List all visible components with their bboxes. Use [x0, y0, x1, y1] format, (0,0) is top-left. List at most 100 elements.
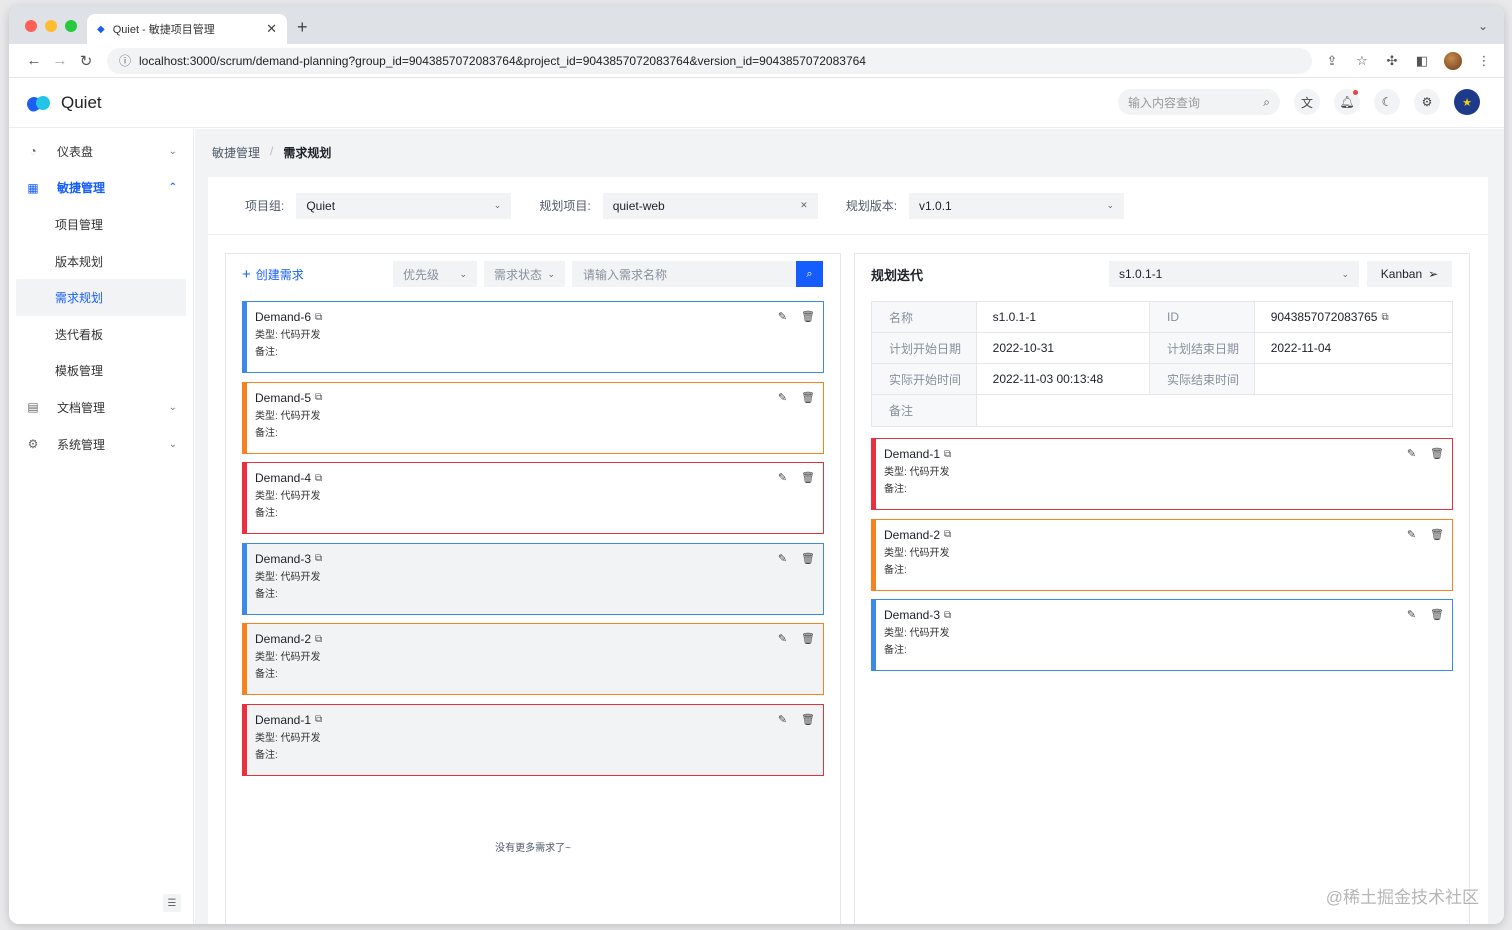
card-title-text[interactable]: Demand-1 [255, 713, 311, 727]
dark-mode-icon[interactable]: ☾ [1374, 89, 1400, 115]
bookmark-star-icon[interactable]: ☆ [1354, 53, 1370, 69]
copy-icon[interactable]: ⧉ [315, 473, 322, 484]
card-title[interactable]: Demand-3 ⧉ [884, 608, 1452, 622]
edit-icon[interactable]: ✎ [778, 471, 787, 484]
profile-avatar[interactable] [1444, 51, 1462, 70]
sidebar-item-iteration-board[interactable]: 迭代看板 [9, 316, 193, 353]
card-title[interactable]: Demand-1 ⧉ [884, 447, 1452, 461]
demand-card[interactable]: Demand-1 ⧉ 类型: 代码开发 备注: ✎ 🗑︎ [242, 703, 824, 776]
side-panel-icon[interactable]: ◧ [1414, 53, 1430, 69]
create-demand-button[interactable]: + 创建需求 [242, 266, 304, 283]
back-icon[interactable]: ← [21, 52, 47, 69]
sidebar-item-system[interactable]: ⚙ 系统管理 ⌄ [9, 426, 193, 463]
url-field[interactable]: ⓘ localhost:3000/scrum/demand-planning?g… [107, 47, 1312, 74]
sidebar-item-template-management[interactable]: 模板管理 [9, 353, 193, 390]
sidebar-item-agile[interactable]: ▦ 敏捷管理 ⌃ [9, 170, 193, 207]
breadcrumb-parent[interactable]: 敏捷管理 [212, 144, 260, 161]
browser-menu-icon[interactable]: ⋮ [1476, 53, 1492, 69]
trash-icon[interactable]: 🗑︎ [1430, 528, 1444, 541]
card-title-text[interactable]: Demand-6 [255, 310, 311, 324]
trash-icon[interactable]: 🗑︎ [1430, 447, 1444, 460]
translate-icon[interactable]: 文 [1294, 89, 1320, 115]
copy-icon[interactable]: ⧉ [944, 449, 951, 460]
trash-icon[interactable]: 🗑︎ [801, 391, 815, 404]
trash-icon[interactable]: 🗑︎ [801, 713, 815, 726]
group-select[interactable]: Quiet ⌄ [296, 192, 512, 219]
copy-icon[interactable]: ⧉ [315, 553, 322, 564]
demand-search-button[interactable]: ⌕ [796, 261, 823, 287]
copy-icon[interactable]: ⧉ [315, 392, 322, 403]
demand-card[interactable]: Demand-3 ⧉ 类型: 代码开发 备注: ✎ 🗑︎ [871, 599, 1453, 671]
demand-card[interactable]: Demand-3 ⧉ 类型: 代码开发 备注: ✎ 🗑︎ [242, 542, 824, 615]
card-title-text[interactable]: Demand-2 [255, 632, 311, 646]
tab-list-icon[interactable]: ⌄ [1478, 19, 1488, 33]
trash-icon[interactable]: 🗑︎ [801, 632, 815, 645]
reload-icon[interactable]: ↻ [73, 52, 99, 70]
card-title[interactable]: Demand-4 ⧉ [255, 471, 823, 485]
demand-card[interactable]: Demand-2 ⧉ 类型: 代码开发 备注: ✎ 🗑︎ [871, 518, 1453, 591]
sidebar-item-demand-planning[interactable]: 需求规划 [16, 279, 186, 316]
close-window-button[interactable] [25, 20, 37, 32]
card-title-text[interactable]: Demand-5 [255, 391, 311, 405]
copy-icon[interactable]: ⧉ [315, 714, 322, 725]
project-select[interactable]: quiet-web ✕ [602, 192, 818, 219]
edit-icon[interactable]: ✎ [778, 310, 787, 323]
version-select[interactable]: v1.0.1 ⌄ [909, 192, 1125, 219]
site-info-icon[interactable]: ⓘ [119, 52, 131, 69]
edit-icon[interactable]: ✎ [778, 391, 787, 404]
card-title[interactable]: Demand-5 ⧉ [255, 391, 823, 405]
status-select[interactable]: 需求状态 ⌄ [484, 261, 565, 287]
copy-icon[interactable]: ⧉ [944, 529, 951, 540]
edit-icon[interactable]: ✎ [1407, 608, 1416, 621]
card-title[interactable]: Demand-3 ⧉ [255, 552, 823, 566]
edit-icon[interactable]: ✎ [778, 552, 787, 565]
clear-icon[interactable]: ✕ [800, 200, 808, 211]
copy-icon[interactable]: ⧉ [315, 312, 322, 323]
edit-icon[interactable]: ✎ [778, 632, 787, 645]
card-title-text[interactable]: Demand-2 [884, 528, 940, 542]
new-tab-button[interactable]: + [297, 17, 308, 38]
card-title-text[interactable]: Demand-1 [884, 447, 940, 461]
copy-icon[interactable]: ⧉ [1381, 312, 1388, 323]
tab-close-icon[interactable]: ✕ [266, 21, 277, 37]
edit-icon[interactable]: ✎ [1407, 447, 1416, 460]
minimize-window-button[interactable] [45, 20, 57, 32]
card-title[interactable]: Demand-1 ⧉ [255, 713, 823, 727]
demand-card[interactable]: Demand-2 ⧉ 类型: 代码开发 备注: ✎ 🗑︎ [242, 623, 824, 695]
collapse-sidebar-icon[interactable]: ☰ [163, 894, 181, 912]
demand-card[interactable]: Demand-4 ⧉ 类型: 代码开发 备注: ✎ 🗑︎ [242, 462, 824, 534]
demand-card[interactable]: Demand-5 ⧉ 类型: 代码开发 备注: ✎ 🗑︎ [242, 381, 824, 454]
edit-icon[interactable]: ✎ [778, 713, 787, 726]
sidebar-item-project-management[interactable]: 项目管理 [9, 206, 193, 243]
card-title-text[interactable]: Demand-4 [255, 471, 311, 485]
priority-select[interactable]: 优先级 ⌄ [393, 261, 477, 287]
copy-icon[interactable]: ⧉ [315, 634, 322, 645]
iteration-select[interactable]: s1.0.1-1 ⌄ [1109, 261, 1359, 287]
demand-card[interactable]: Demand-1 ⧉ 类型: 代码开发 备注: ✎ 🗑︎ [871, 438, 1453, 510]
demand-card[interactable]: Demand-6 ⧉ 类型: 代码开发 备注: ✎ 🗑︎ [242, 301, 824, 373]
browser-tab[interactable]: ◆ Quiet - 敏捷项目管理 ✕ [87, 14, 287, 44]
forward-icon[interactable]: → [47, 52, 73, 69]
extensions-icon[interactable]: ✣ [1384, 53, 1400, 69]
card-title-text[interactable]: Demand-3 [884, 608, 940, 622]
maximize-window-button[interactable] [65, 20, 77, 32]
trash-icon[interactable]: 🗑︎ [801, 310, 815, 323]
card-title[interactable]: Demand-6 ⧉ [255, 310, 823, 324]
user-avatar[interactable]: ★ [1454, 89, 1480, 115]
card-title-text[interactable]: Demand-3 [255, 552, 311, 566]
edit-icon[interactable]: ✎ [1407, 528, 1416, 541]
sidebar-item-version-planning[interactable]: 版本规划 [9, 243, 193, 280]
trash-icon[interactable]: 🗑︎ [801, 471, 815, 484]
trash-icon[interactable]: 🗑︎ [1430, 608, 1444, 621]
sidebar-item-documents[interactable]: ▤ 文档管理 ⌄ [9, 389, 193, 426]
header-search-input[interactable]: 输入内容查询 ⌕ [1118, 89, 1280, 115]
kanban-button[interactable]: Kanban ➢ [1367, 261, 1452, 287]
copy-icon[interactable]: ⧉ [944, 610, 951, 621]
card-title[interactable]: Demand-2 ⧉ [255, 632, 823, 646]
share-icon[interactable]: ⇪ [1324, 53, 1340, 69]
trash-icon[interactable]: 🗑︎ [801, 552, 815, 565]
settings-gear-icon[interactable]: ⚙ [1414, 89, 1440, 115]
notification-bell-icon[interactable]: 🔔︎ [1334, 89, 1360, 115]
demand-search-input[interactable]: 请输入需求名称 [572, 261, 796, 287]
sidebar-item-dashboard[interactable]: ◔ 仪表盘 ⌄ [9, 133, 193, 170]
